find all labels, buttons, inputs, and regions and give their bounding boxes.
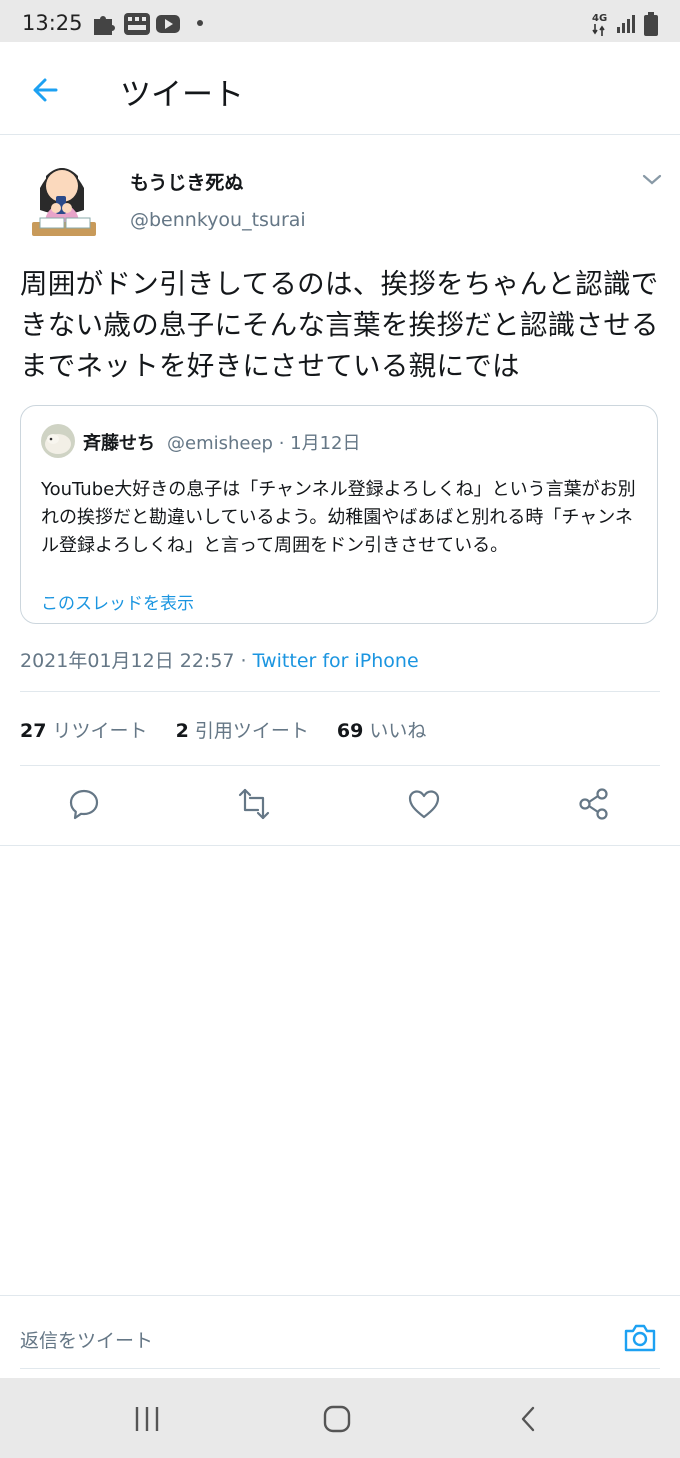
status-time: 13:25 <box>22 11 83 35</box>
divider <box>0 1295 680 1296</box>
author-handle[interactable]: @bennkyou_tsurai <box>130 209 306 231</box>
reply-button[interactable] <box>66 786 102 822</box>
divider <box>0 845 680 846</box>
quoted-author-avatar <box>41 424 75 458</box>
quoted-tweet-text: YouTube大好きの息子は「チャンネル登録よろしくね」という言葉がお別れの挨拶… <box>41 479 636 556</box>
system-back-button[interactable] <box>514 1404 544 1434</box>
arrow-left-icon <box>33 78 58 102</box>
camera-icon <box>624 1324 656 1352</box>
home-button[interactable] <box>322 1404 352 1434</box>
top-app-bar: ツイート <box>0 42 680 135</box>
likes-count: 69 <box>336 720 364 742</box>
quotes-stat[interactable]: 2 引用ツイート <box>176 720 309 742</box>
app-notification-icon <box>124 13 150 35</box>
reply-input[interactable]: 返信をツイート <box>20 1326 153 1353</box>
author-name[interactable]: もうじき死ぬ <box>130 168 243 195</box>
back-button[interactable] <box>24 68 68 112</box>
home-icon <box>323 1405 351 1433</box>
tweet-stats: 27 リツイート 2 引用ツイート 69 いいね <box>20 716 426 743</box>
like-button[interactable] <box>406 786 442 822</box>
likes-label: いいね <box>369 720 427 742</box>
notification-dot-icon <box>197 20 203 26</box>
show-thread-link[interactable]: このスレッドを表示 <box>41 589 194 614</box>
reply-icon <box>69 789 99 820</box>
meta-separator: · <box>234 650 253 672</box>
tweet-text: 周囲がドン引きしてるのは、挨拶をちゃんと認識できない歳の息子にそんな言葉を挨拶だ… <box>20 268 659 382</box>
status-bar: 13:25 4G <box>0 0 680 42</box>
heart-icon <box>408 790 440 819</box>
retweet-icon <box>238 788 270 820</box>
chevron-down-icon <box>642 174 662 185</box>
page-title: ツイート <box>120 77 244 113</box>
tweet-timestamp: 2021年01月12日 22:57 <box>20 650 235 672</box>
recent-apps-button[interactable] <box>132 1404 162 1434</box>
youtube-icon <box>156 15 180 33</box>
network-type: 4G <box>592 13 608 24</box>
retweets-label: リツイート <box>52 720 148 742</box>
more-options-button[interactable] <box>640 168 664 192</box>
recent-apps-icon <box>135 1407 159 1431</box>
divider <box>20 691 660 692</box>
chevron-left-icon <box>521 1406 535 1432</box>
puzzle-icon <box>94 16 115 35</box>
likes-stat[interactable]: 69 いいね <box>337 720 427 742</box>
retweet-button[interactable] <box>236 786 272 822</box>
divider <box>20 1368 660 1369</box>
quoted-author-name: 斉藤せち <box>83 433 155 454</box>
share-button[interactable] <box>576 786 612 822</box>
signal-icon <box>617 15 635 33</box>
quoted-author-meta: @emisheep · 1月12日 <box>167 429 361 455</box>
tweet-meta: 2021年01月12日 22:57 · Twitter for iPhone <box>20 646 419 673</box>
meta-separator: · <box>272 433 291 454</box>
quotes-label: 引用ツイート <box>194 720 309 742</box>
quotes-count: 2 <box>175 720 189 742</box>
system-nav-bar <box>0 1378 680 1458</box>
quoted-author-handle: @emisheep <box>167 433 273 454</box>
share-icon <box>579 788 608 820</box>
battery-icon <box>644 12 658 36</box>
quoted-tweet-card[interactable]: 斉藤せち @emisheep · 1月12日 YouTube大好きの息子は「チャ… <box>20 405 658 624</box>
camera-button[interactable] <box>622 1320 658 1356</box>
tweet-source-link[interactable]: Twitter for iPhone <box>253 650 419 672</box>
quoted-date: 1月12日 <box>290 433 361 454</box>
author-avatar[interactable] <box>20 148 104 244</box>
retweets-stat[interactable]: 27 リツイート <box>20 720 148 742</box>
retweets-count: 27 <box>20 720 47 742</box>
divider <box>20 765 660 766</box>
data-arrows-icon <box>592 24 605 36</box>
